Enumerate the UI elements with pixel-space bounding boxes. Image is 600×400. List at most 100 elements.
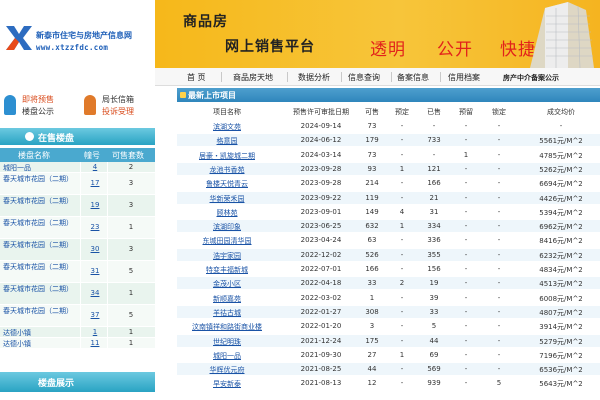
cell-divider xyxy=(80,239,81,260)
onsale-project-name[interactable]: 春天城市花园（二期） xyxy=(3,240,77,250)
approval-date: 2021-09-30 xyxy=(300,350,342,359)
site-logo[interactable]: 新泰市住宅与房地产信息网 www.xtzzfdc.com xyxy=(0,0,155,68)
onsale-project-name[interactable]: 春天城市花园（二期） xyxy=(3,196,77,206)
approval-date: 2023-09-01 xyxy=(300,207,342,216)
available-count: 166 xyxy=(365,265,379,273)
nav-credit-records[interactable]: 信用档案 xyxy=(448,72,480,83)
onsale-building-link[interactable]: 30 xyxy=(84,245,106,253)
cell-divider xyxy=(80,283,81,304)
project-row: 居豪・凯旋城二期 2024-03-14 73 - - 1 - 4785元/M^2 xyxy=(177,149,600,161)
onsale-project-name[interactable]: 达德小镇 xyxy=(3,339,77,349)
approval-date: 2023-09-28 xyxy=(300,164,342,173)
available-count: 526 xyxy=(365,250,379,259)
avg-price: 6694元/M^2 xyxy=(539,180,583,189)
onsale-building-link[interactable]: 31 xyxy=(84,267,106,275)
project-name-link[interactable]: 早安新泰 xyxy=(177,379,277,389)
sold-count: 156 xyxy=(427,265,441,273)
onsale-available-count: 5 xyxy=(128,311,134,319)
sold-count: 33 xyxy=(429,307,439,316)
cell-divider xyxy=(107,327,108,337)
available-count: 214 xyxy=(365,179,379,188)
project-name-link[interactable]: 滨湖印象 xyxy=(177,222,277,232)
project-name-link[interactable]: 城阳一品 xyxy=(177,351,277,361)
nav-data-analysis[interactable]: 数据分析 xyxy=(298,72,330,83)
project-name-link[interactable]: 新顺嘉苑 xyxy=(177,294,277,304)
onsale-project-name[interactable]: 春天城市花园（二期） xyxy=(3,262,77,272)
onsale-building-link[interactable]: 1 xyxy=(84,328,106,336)
new-projects-title: 最新上市项目 xyxy=(188,91,236,100)
onsale-building-link[interactable]: 11 xyxy=(84,339,106,347)
nav-agency-filing[interactable]: 房产中介备案公示 xyxy=(503,73,559,83)
cell-divider xyxy=(107,173,108,194)
onsale-project-name[interactable]: 城阳一品 xyxy=(3,163,77,173)
project-name-link[interactable]: 鲁楼天悦青云 xyxy=(177,179,277,189)
onsale-building-link[interactable]: 19 xyxy=(84,201,106,209)
nav-filing-info[interactable]: 备案信息 xyxy=(397,72,429,83)
held-count: - xyxy=(464,164,468,173)
onsale-building-link[interactable]: 37 xyxy=(84,311,106,319)
avg-price: 5561元/M^2 xyxy=(539,137,583,146)
cell-divider xyxy=(80,173,81,194)
cell-divider xyxy=(80,261,81,282)
project-name-link[interactable]: 世纪明珠 xyxy=(177,337,277,347)
locked-count: - xyxy=(497,265,501,273)
project-row: 早安新泰 2021-08-13 12 - 939 - 5 5643元/M^2 xyxy=(177,377,600,389)
project-row: 汶南镇祥和路街商业楼 2022-01-20 3 - 5 - - 3914元/M^2 xyxy=(177,320,600,332)
nav-housing[interactable]: 商品房天地 xyxy=(233,72,273,83)
onsale-building-link[interactable]: 34 xyxy=(84,289,106,297)
onsale-project-name[interactable]: 春天城市花园（二期） xyxy=(3,218,77,228)
cell-divider xyxy=(107,261,108,282)
onsale-project-name[interactable]: 春天城市花园（二期） xyxy=(3,306,77,316)
onsale-building-link[interactable]: 23 xyxy=(84,223,106,231)
clipboard-icon xyxy=(4,95,16,115)
avg-price: 6962元/M^2 xyxy=(539,223,583,232)
project-name-link[interactable]: 东城田园清华园 xyxy=(177,236,277,246)
nav-info-query[interactable]: 信息查询 xyxy=(348,72,380,83)
sold-count: 336 xyxy=(427,236,441,245)
avg-price: 6536元/M^2 xyxy=(539,366,583,375)
onsale-section-header: 在售楼盘 xyxy=(0,128,155,145)
locked-count: - xyxy=(497,236,501,245)
nav-home[interactable]: 首 页 xyxy=(187,72,206,83)
onsale-row: 春天城市花园（二期） 30 3 xyxy=(0,239,155,261)
project-name-link[interactable]: 特变丰福新城 xyxy=(177,265,277,275)
banner-title-line2: 网上销售平台 xyxy=(225,39,315,55)
onsale-row: 城阳一品 4 2 xyxy=(0,162,155,173)
avg-price: 6008元/M^2 xyxy=(539,294,583,303)
project-name-link[interactable]: 金茂小区 xyxy=(177,279,277,289)
project-name-link[interactable]: 华辉优元府 xyxy=(177,365,277,375)
approval-date: 2022-01-20 xyxy=(300,322,342,331)
onsale-project-name[interactable]: 达德小镇 xyxy=(3,328,77,338)
locked-count: - xyxy=(497,150,501,159)
cell-divider xyxy=(107,338,108,348)
held-count: - xyxy=(464,265,468,273)
presale-notice-link[interactable]: 即将预售 楼盘公示 xyxy=(4,92,74,122)
project-name-link[interactable]: 龙池书香苑 xyxy=(177,165,277,175)
col-available: 可售套数 xyxy=(112,151,144,160)
available-count: 73 xyxy=(367,122,377,130)
sold-count: 69 xyxy=(429,350,439,359)
onsale-building-link[interactable]: 17 xyxy=(84,179,106,187)
project-name-link[interactable]: 浩宇家园 xyxy=(177,251,277,261)
onsale-building-link[interactable]: 4 xyxy=(84,163,106,171)
project-row: 特变丰福新城 2022-07-01 166 - 156 - - 4834元/M^2 xyxy=(177,263,600,275)
director-mailbox-link[interactable]: 局长信箱 投诉受理 xyxy=(84,92,154,122)
project-name-link[interactable]: 格意园 xyxy=(177,136,277,146)
project-name-link[interactable]: 羊祜古城 xyxy=(177,308,277,318)
nav-divider xyxy=(391,72,392,82)
onsale-available-count: 3 xyxy=(128,179,134,187)
reserved-count: 1 xyxy=(399,164,405,173)
project-row: 颐林苑 2023-09-01 149 4 31 - - 5394元/M^2 xyxy=(177,206,600,218)
project-name-link[interactable]: 居豪・凯旋城二期 xyxy=(177,151,277,161)
onsale-project-name[interactable]: 春天城市花园（二期） xyxy=(3,284,77,294)
avg-price: 4834元/M^2 xyxy=(539,266,583,274)
project-name-link[interactable]: 汶南镇祥和路街商业楼 xyxy=(177,322,277,332)
project-name-link[interactable]: 颐林苑 xyxy=(177,208,277,218)
onsale-project-name[interactable]: 春天城市花园（二期） xyxy=(3,174,77,184)
approval-date: 2022-12-02 xyxy=(300,250,342,259)
locked-count: - xyxy=(497,322,501,331)
locked-count: - xyxy=(497,207,501,216)
project-name-link[interactable]: 华新荣禾园 xyxy=(177,194,277,204)
showcase-section-header[interactable]: 楼盘展示 xyxy=(0,372,155,392)
project-name-link[interactable]: 滨湖文苑 xyxy=(177,122,277,132)
